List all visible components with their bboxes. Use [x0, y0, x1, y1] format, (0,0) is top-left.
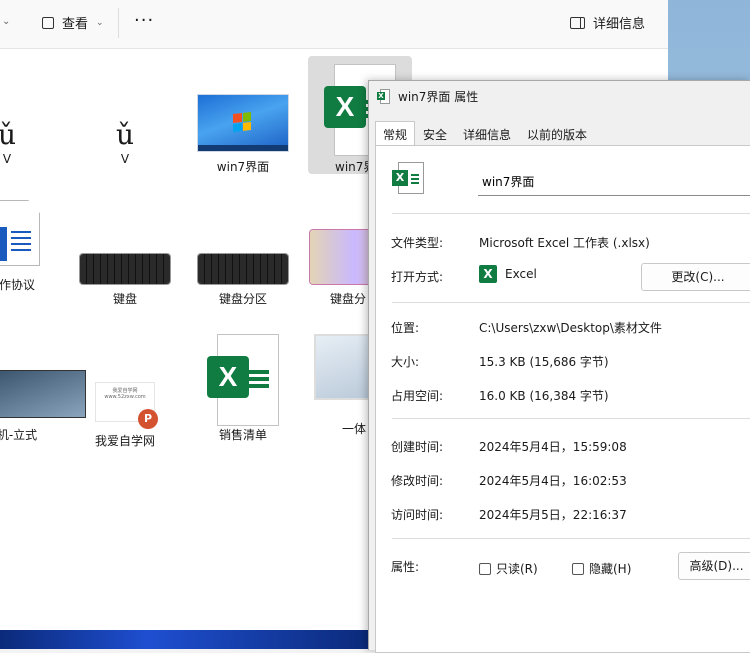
file-item-sales[interactable]: X 销售清单 [188, 334, 298, 443]
file-item[interactable]: ǔ V [0, 118, 62, 167]
excel-file-icon: X [207, 334, 279, 426]
disk-size-label: 占用空间: [391, 389, 444, 403]
advanced-button[interactable]: 高级(D)... [678, 552, 750, 580]
attributes-label: 属性: [391, 560, 420, 574]
properties-dialog: X win7界面 属性 常规 安全 详细信息 以前的版本 X 文件类型: Mic… [368, 80, 750, 653]
file-item-win7[interactable]: win7界面 [188, 94, 298, 175]
size-label: 大小: [391, 355, 420, 369]
thumb-text: 我爱自学网 www.52zxw.com [104, 388, 146, 400]
location-label: 位置: [391, 321, 420, 335]
toolbar-divider [118, 8, 119, 38]
details-pane-icon [570, 16, 585, 29]
file-item[interactable]: ǔ V [70, 118, 180, 167]
view-icon [42, 16, 54, 29]
open-with-value: Excel [505, 267, 537, 281]
view-button[interactable]: 查看 ⌄ [42, 13, 104, 32]
chevron-down-icon[interactable]: ⌄ [2, 16, 10, 27]
checkbox-box [572, 562, 584, 575]
file-item-ppt[interactable]: 我爱自学网 www.52zxw.com P 我爱自学网 [70, 382, 180, 449]
divider [392, 418, 750, 419]
checkbox-box [479, 562, 491, 575]
size-value: 15.3 KB (15,686 字节) [479, 355, 609, 369]
file-item[interactable]: 键盘分区 [188, 254, 298, 307]
open-with-label: 打开方式: [391, 270, 444, 284]
win7-thumbnail [197, 94, 289, 152]
taskbar-area [0, 630, 370, 649]
location-value: C:\Users\zxw\Desktop\素材文件 [479, 321, 662, 335]
excel-icon: X [479, 265, 497, 283]
view-label: 查看 [62, 17, 89, 32]
dialog-titlebar[interactable]: X win7界面 属性 [377, 88, 478, 105]
readonly-label: 只读(R) [496, 562, 538, 576]
windows-logo-icon [233, 112, 251, 132]
word-file-icon [0, 200, 40, 266]
file-label: 销售清单 [218, 428, 267, 442]
excel-file-icon: X [392, 162, 424, 194]
details-label: 详细信息 [593, 17, 646, 32]
file-label: 作协议 [0, 278, 35, 292]
file-name-input[interactable] [478, 168, 750, 196]
general-tab-panel: X 文件类型: Microsoft Excel 工作表 (.xlsx) 打开方式… [375, 145, 750, 653]
file-label: V [120, 152, 130, 166]
file-thumb-glyph: ǔ [0, 118, 17, 151]
file-label: 键盘分区 [218, 292, 267, 306]
keyboard-thumbnail [198, 254, 288, 284]
divider [392, 302, 750, 303]
explorer-toolbar: ⌄ 查看 ⌄ ··· 详细信息 [0, 0, 668, 49]
file-item[interactable]: 作协议 [0, 200, 72, 293]
change-button[interactable]: 更改(C)... [641, 263, 750, 291]
file-item[interactable]: 键盘 [70, 254, 180, 307]
chevron-down-icon: ⌄ [96, 17, 104, 28]
disk-size-value: 16.0 KB (16,384 字节) [479, 389, 609, 403]
modified-value: 2024年5月4日，16:02:53 [479, 474, 627, 488]
accessed-value: 2024年5月5日，22:16:37 [479, 508, 627, 522]
created-value: 2024年5月4日，15:59:08 [479, 440, 627, 454]
created-label: 创建时间: [391, 440, 444, 454]
dialog-title: win7界面 属性 [398, 90, 479, 104]
ppt-thumbnail: 我爱自学网 www.52zxw.com P [95, 382, 158, 429]
accessed-label: 访问时间: [391, 508, 444, 522]
powerpoint-icon: P [138, 409, 158, 429]
divider [392, 538, 750, 539]
file-type-label: 文件类型: [391, 236, 444, 250]
more-options-button[interactable]: ··· [134, 10, 154, 31]
file-label: 我爱自学网 [94, 434, 155, 448]
modified-label: 修改时间: [391, 474, 444, 488]
file-item[interactable]: 机-立式 [0, 370, 86, 443]
details-pane-button[interactable]: 详细信息 [570, 13, 645, 32]
file-label: win7界面 [216, 160, 270, 174]
file-label: 机-立式 [0, 428, 38, 442]
excel-icon: X [377, 89, 390, 104]
file-thumb-glyph: ǔ [115, 118, 135, 151]
divider [392, 213, 750, 214]
keyboard-thumbnail [80, 254, 170, 284]
file-label: V [2, 152, 12, 166]
open-with-app: X Excel [479, 265, 537, 283]
hidden-checkbox[interactable]: 隐藏(H) [572, 560, 631, 577]
file-type-value: Microsoft Excel 工作表 (.xlsx) [479, 236, 650, 250]
readonly-checkbox[interactable]: 只读(R) [479, 560, 538, 577]
file-label: 键盘 [112, 292, 137, 306]
hidden-label: 隐藏(H) [589, 562, 632, 576]
